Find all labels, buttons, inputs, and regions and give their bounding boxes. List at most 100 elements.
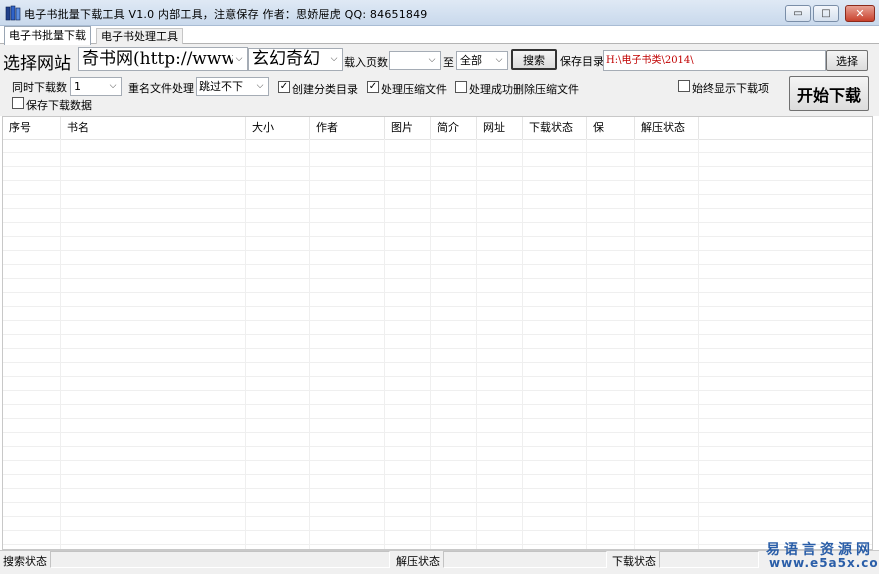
checkmark-icon: ✓	[368, 81, 378, 92]
column-header-index[interactable]: 序号	[3, 117, 61, 139]
tab-ebook-process-tool[interactable]: 电子书处理工具	[96, 28, 183, 44]
always-show-checkbox[interactable]	[678, 80, 690, 92]
always-show-label: 始终显示下载项	[692, 82, 769, 95]
empty-row	[3, 475, 872, 489]
column-divider	[245, 139, 246, 549]
empty-row	[3, 209, 872, 223]
load-pages-label: 载入页数	[344, 56, 388, 69]
column-header-size[interactable]: 大小	[246, 117, 310, 139]
empty-row	[3, 237, 872, 251]
chevron-down-icon: ⌵	[495, 55, 503, 65]
maximize-button[interactable]: □	[813, 5, 839, 22]
column-header-unzip-status[interactable]: 解压状态	[635, 117, 699, 139]
empty-row	[3, 153, 872, 167]
empty-row	[3, 363, 872, 377]
column-divider	[430, 139, 431, 549]
column-header-save[interactable]: 保	[587, 117, 635, 139]
concurrent-value: 1	[74, 80, 81, 93]
column-divider	[384, 139, 385, 549]
column-divider	[309, 139, 310, 549]
maximize-icon: □	[821, 8, 831, 19]
empty-row	[3, 195, 872, 209]
empty-row	[3, 531, 872, 545]
column-header-intro[interactable]: 简介	[431, 117, 477, 139]
column-divider	[634, 139, 635, 549]
empty-row	[3, 349, 872, 363]
window-title: 电子书批量下载工具 V1.0 内部工具，注意保存 作者：思娇屉虎 QQ: 846…	[24, 8, 428, 21]
empty-row	[3, 503, 872, 517]
site-select[interactable]: 奇书网(http://www ⌵	[78, 47, 248, 71]
process-archive-checkbox[interactable]: ✓	[367, 81, 379, 93]
book-list[interactable]: 序号 书名 大小 作者 图片 简介 网址 下载状态 保 解压状态	[2, 116, 873, 550]
process-archive-label: 处理压缩文件	[381, 83, 447, 96]
empty-row	[3, 489, 872, 503]
column-divider	[476, 139, 477, 549]
watermark-url: www.e5a5x.com	[769, 556, 879, 570]
empty-row	[3, 265, 872, 279]
column-header-image[interactable]: 图片	[385, 117, 431, 139]
close-button[interactable]: ✕	[845, 5, 875, 22]
save-dir-label: 保存目录	[560, 55, 604, 68]
download-status-label: 下载状态	[612, 555, 656, 568]
empty-row	[3, 167, 872, 181]
chevron-down-icon: ⌵	[256, 81, 264, 91]
search-status-field	[50, 551, 390, 568]
empty-row	[3, 321, 872, 335]
rename-label: 重名文件处理	[128, 82, 194, 95]
column-divider	[522, 139, 523, 549]
column-divider	[60, 139, 61, 549]
empty-row	[3, 293, 872, 307]
chevron-down-icon: ⌵	[428, 55, 436, 65]
rename-value: 跳过不下	[199, 80, 243, 93]
select-site-label: 选择网站	[3, 54, 71, 74]
pages-to-select[interactable]: 全部 ⌵	[456, 51, 508, 70]
create-category-dir-checkbox[interactable]: ✓	[278, 81, 290, 93]
empty-row	[3, 307, 872, 321]
search-button[interactable]: 搜索	[511, 49, 557, 70]
column-header-title[interactable]: 书名	[61, 117, 246, 139]
empty-row	[3, 223, 872, 237]
chevron-down-icon: ⌵	[328, 49, 340, 70]
checkmark-icon: ✓	[279, 81, 289, 92]
app-books-icon	[5, 5, 21, 21]
download-status-field	[659, 551, 759, 568]
close-icon: ✕	[855, 7, 865, 20]
empty-row	[3, 447, 872, 461]
to-label: 至	[443, 56, 454, 69]
site-select-value: 奇书网(http://www	[82, 49, 236, 69]
search-status-label: 搜索状态	[3, 555, 47, 568]
save-download-data-checkbox[interactable]	[12, 97, 24, 109]
save-dir-input[interactable]: H:\电子书类\2014\	[603, 50, 826, 71]
column-divider	[698, 139, 699, 549]
column-header-author[interactable]: 作者	[310, 117, 385, 139]
empty-row	[3, 251, 872, 265]
empty-row	[3, 181, 872, 195]
empty-row	[3, 405, 872, 419]
column-header-url[interactable]: 网址	[477, 117, 523, 139]
minimize-button[interactable]: ▭	[785, 5, 811, 22]
empty-row	[3, 391, 872, 405]
list-header: 序号 书名 大小 作者 图片 简介 网址 下载状态 保 解压状态	[3, 117, 872, 140]
category-select[interactable]: 玄幻奇幻 ⌵	[248, 48, 343, 71]
delete-archive-label: 处理成功删除压缩文件	[469, 83, 579, 96]
category-select-value: 玄幻奇幻	[252, 49, 320, 69]
column-header-download-status[interactable]: 下载状态	[523, 117, 587, 139]
create-category-dir-label: 创建分类目录	[292, 83, 358, 96]
rename-select[interactable]: 跳过不下 ⌵	[196, 77, 269, 96]
empty-row	[3, 139, 872, 153]
empty-row	[3, 461, 872, 475]
empty-row	[3, 279, 872, 293]
column-divider	[586, 139, 587, 549]
empty-row	[3, 335, 872, 349]
pages-to-value: 全部	[460, 54, 482, 67]
tab-batch-download[interactable]: 电子书批量下载	[4, 26, 91, 45]
empty-row	[3, 433, 872, 447]
choose-dir-button[interactable]: 选择	[826, 50, 868, 71]
pages-from-select[interactable]: ⌵	[389, 51, 441, 70]
concurrent-label: 同时下载数	[12, 81, 67, 94]
chevron-down-icon: ⌵	[109, 81, 117, 91]
delete-archive-checkbox[interactable]	[455, 81, 467, 93]
start-download-button[interactable]: 开始下载	[789, 76, 869, 111]
concurrent-select[interactable]: 1 ⌵	[70, 77, 122, 96]
empty-row	[3, 517, 872, 531]
